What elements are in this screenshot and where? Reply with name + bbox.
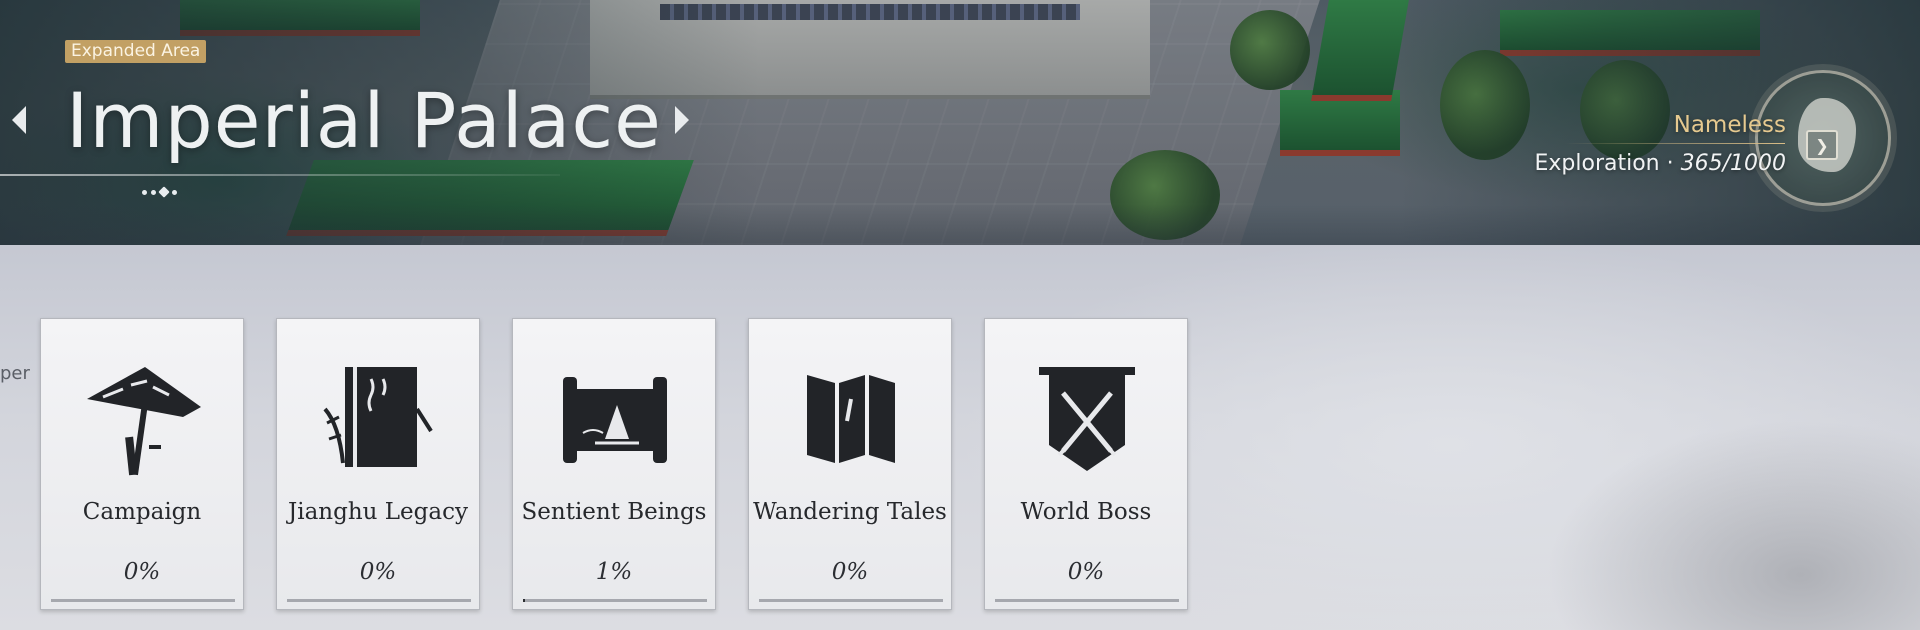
previous-area-arrow-icon[interactable] [12, 106, 26, 134]
expanded-area-badge: Expanded Area [65, 40, 207, 63]
page-dot [172, 189, 177, 195]
folded-map-icon [807, 375, 895, 463]
roof-backdrop [1311, 0, 1409, 101]
region-name: Nameless [1673, 112, 1786, 138]
card-label: Wandering Tales [753, 499, 947, 525]
exploration-progress: Exploration · 365/1000 [1534, 151, 1786, 176]
card-progress-bar [287, 599, 471, 602]
card-percent: 1% [595, 559, 633, 585]
area-page-indicator [142, 186, 177, 198]
enter-map-icon[interactable]: ❯ [1806, 130, 1838, 160]
page-dot [151, 189, 156, 195]
tree-backdrop [1230, 10, 1310, 90]
truncated-side-label: per [0, 363, 30, 384]
card-world-boss[interactable]: World Boss 0% [984, 318, 1188, 610]
crossed-swords-banner-icon [1039, 367, 1135, 471]
card-label: Campaign [82, 499, 202, 525]
card-progress-fill [523, 599, 525, 602]
next-area-arrow-icon[interactable] [675, 106, 689, 134]
card-campaign[interactable]: Campaign 0% [40, 318, 244, 610]
area-banner: Expanded Area Imperial Palace ❯ Nameless… [0, 0, 1920, 245]
card-progress-bar [995, 599, 1179, 602]
page-dot [142, 189, 147, 195]
title-underline [0, 174, 560, 176]
page-dot-active [158, 186, 170, 198]
exploration-value: 365/1000 [1680, 151, 1786, 176]
card-label: Sentient Beings [521, 499, 707, 525]
area-title: Imperial Palace [66, 76, 662, 165]
straw-hat-icon [87, 367, 201, 476]
card-label: World Boss [1020, 499, 1152, 525]
banner-fade [0, 205, 1920, 245]
card-percent: 0% [831, 559, 869, 585]
card-percent: 0% [1067, 559, 1105, 585]
card-percent: 0% [359, 559, 397, 585]
region-divider [1565, 143, 1785, 144]
card-wandering-tales[interactable]: Wandering Tales 0% [748, 318, 952, 610]
card-label: Jianghu Legacy [288, 499, 468, 525]
card-percent: 0% [123, 559, 161, 585]
card-progress-bar [759, 599, 943, 602]
book-icon [323, 367, 433, 467]
exploration-label: Exploration · [1534, 151, 1681, 176]
card-sentient-beings[interactable]: Sentient Beings 1% [512, 318, 716, 610]
card-jianghu-legacy[interactable]: Jianghu Legacy 0% [276, 318, 480, 610]
category-cards: Campaign 0% Jianghu Legacy 0% Sentient B… [40, 318, 1188, 610]
card-progress-bar [51, 599, 235, 602]
scroll-icon [563, 377, 667, 463]
card-progress-bar [523, 599, 707, 602]
